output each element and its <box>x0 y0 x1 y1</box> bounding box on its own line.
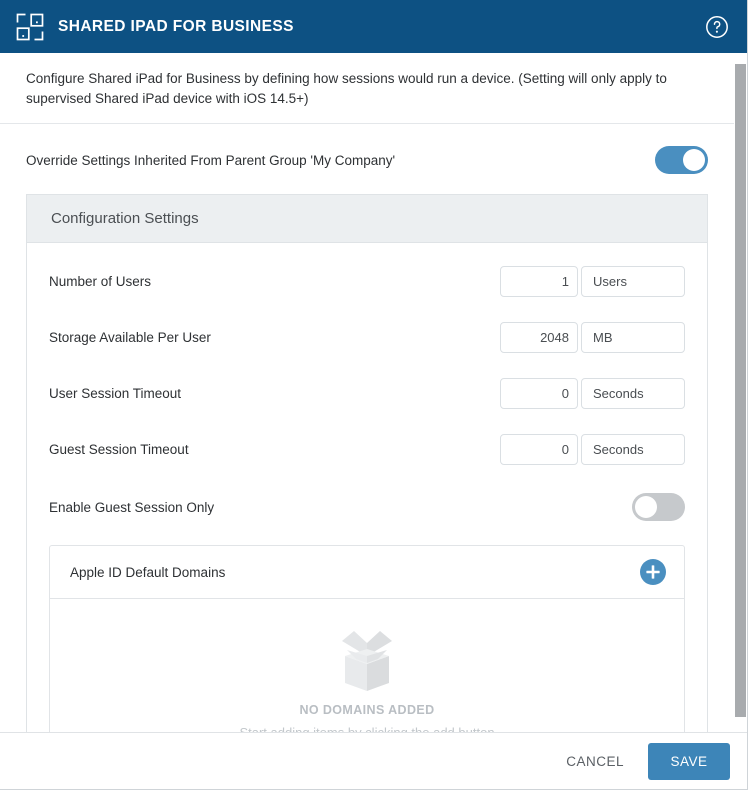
override-settings-row: Override Settings Inherited From Parent … <box>0 124 734 194</box>
domains-panel-header: Apple ID Default Domains <box>50 546 684 599</box>
configuration-settings-body: Number of Users 1 Users Storage Availabl… <box>27 243 707 732</box>
help-circle-icon[interactable] <box>705 15 729 39</box>
apple-id-default-domains-panel: Apple ID Default Domains <box>49 545 685 732</box>
storage-available-per-user-unit: MB <box>581 322 685 353</box>
input-group: 0 Seconds <box>500 378 685 409</box>
enable-guest-session-only-label: Enable Guest Session Only <box>49 500 632 515</box>
override-settings-toggle[interactable] <box>655 146 708 174</box>
dialog-footer: CANCEL SAVE <box>0 732 747 789</box>
page-title: SHARED IPAD FOR BUSINESS <box>58 18 705 36</box>
description-text: Configure Shared iPad for Business by de… <box>0 53 734 124</box>
input-group: 2048 MB <box>500 322 685 353</box>
empty-state-title: NO DOMAINS ADDED <box>50 703 684 717</box>
shared-ipad-grid-icon <box>16 13 44 41</box>
number-of-users-unit: Users <box>581 266 685 297</box>
guest-session-timeout-unit: Seconds <box>581 434 685 465</box>
plus-circle-icon[interactable] <box>640 559 666 585</box>
empty-box-icon <box>319 623 415 695</box>
field-label: Guest Session Timeout <box>49 442 500 457</box>
field-row-guest-session-timeout: Guest Session Timeout 0 Seconds <box>49 421 685 477</box>
input-group: 1 Users <box>500 266 685 297</box>
enable-guest-session-only-toggle[interactable] <box>632 493 685 521</box>
field-label: User Session Timeout <box>49 386 500 401</box>
field-row-number-of-users: Number of Users 1 Users <box>49 253 685 309</box>
dialog-scroll-area: Configure Shared iPad for Business by de… <box>0 53 747 732</box>
toggle-knob <box>635 496 657 518</box>
field-label: Number of Users <box>49 274 500 289</box>
vertical-scrollbar[interactable] <box>734 53 747 732</box>
guest-session-timeout-input[interactable]: 0 <box>500 434 578 465</box>
shared-ipad-settings-dialog: SHARED IPAD FOR BUSINESS Configure Share… <box>0 0 748 790</box>
domains-panel-title: Apple ID Default Domains <box>70 565 640 580</box>
field-row-user-session-timeout: User Session Timeout 0 Seconds <box>49 365 685 421</box>
field-row-storage-available-per-user: Storage Available Per User 2048 MB <box>49 309 685 365</box>
scrollbar-thumb[interactable] <box>735 64 746 717</box>
field-label: Storage Available Per User <box>49 330 500 345</box>
dialog-content: Configure Shared iPad for Business by de… <box>0 53 734 732</box>
enable-guest-session-only-row: Enable Guest Session Only <box>49 477 685 539</box>
save-button[interactable]: SAVE <box>648 743 730 780</box>
configuration-settings-card: Configuration Settings Number of Users 1… <box>26 194 708 732</box>
domains-empty-state: NO DOMAINS ADDED Start adding items by c… <box>50 599 684 732</box>
cancel-button[interactable]: CANCEL <box>550 744 640 779</box>
user-session-timeout-input[interactable]: 0 <box>500 378 578 409</box>
input-group: 0 Seconds <box>500 434 685 465</box>
storage-available-per-user-input[interactable]: 2048 <box>500 322 578 353</box>
dialog-titlebar: SHARED IPAD FOR BUSINESS <box>0 0 747 53</box>
user-session-timeout-unit: Seconds <box>581 378 685 409</box>
number-of-users-input[interactable]: 1 <box>500 266 578 297</box>
override-settings-label: Override Settings Inherited From Parent … <box>26 153 655 168</box>
empty-state-subtitle: Start adding items by clicking the add b… <box>50 725 684 732</box>
toggle-knob <box>683 149 705 171</box>
configuration-settings-title: Configuration Settings <box>27 195 707 243</box>
